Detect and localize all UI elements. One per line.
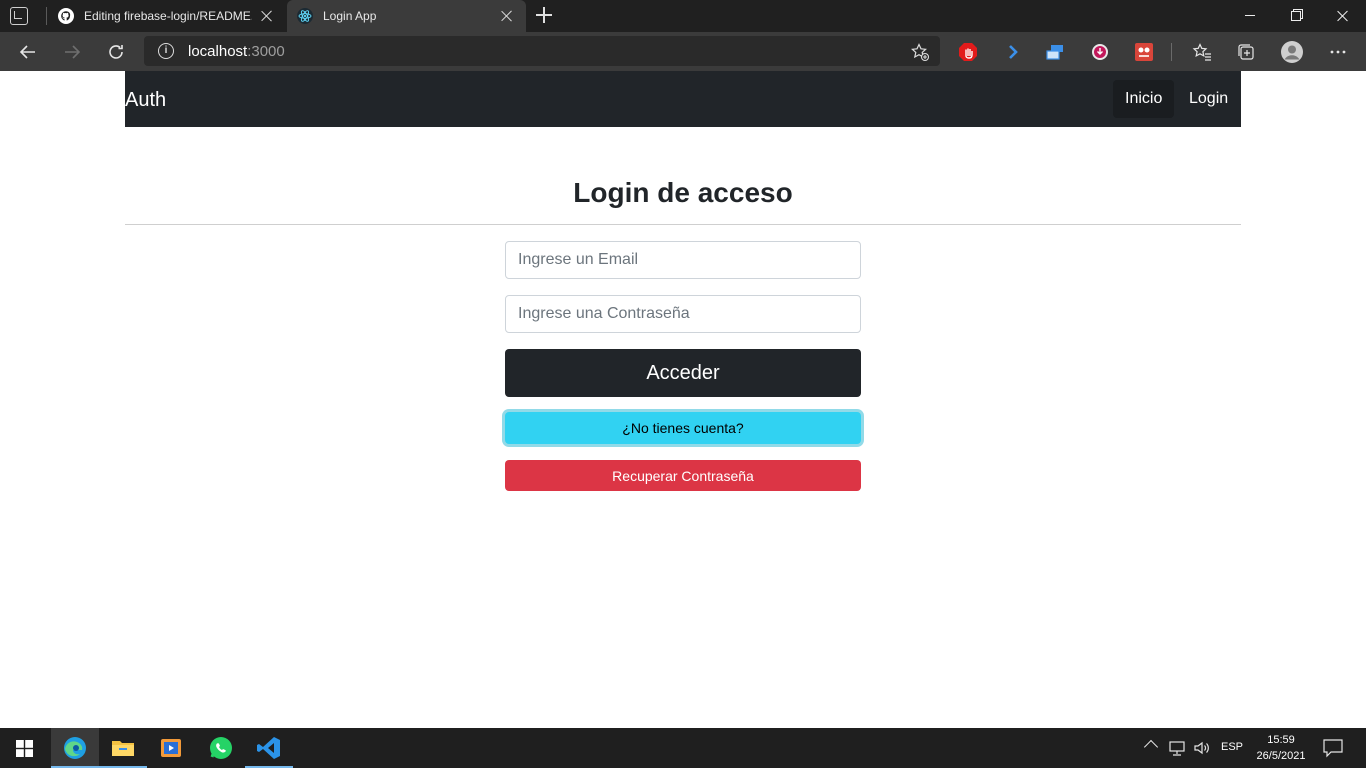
refresh-icon[interactable]	[103, 39, 129, 65]
github-icon	[58, 8, 74, 24]
collections-icon[interactable]	[1236, 42, 1256, 62]
clock-date: 26/5/2021	[1256, 750, 1306, 762]
arrow-extension-icon[interactable]	[1003, 42, 1023, 62]
taskbar-edge[interactable]	[51, 728, 99, 768]
window-close-icon[interactable]	[1320, 0, 1366, 32]
taskbar-vscode[interactable]	[245, 728, 293, 768]
tab-close-icon[interactable]	[500, 9, 514, 23]
window-minimize-icon[interactable]	[1228, 0, 1274, 32]
toolbar-divider	[1171, 43, 1172, 61]
tab-separator	[46, 7, 47, 25]
register-button[interactable]: ¿No tienes cuenta?	[505, 412, 861, 444]
tab-login-app[interactable]: Login App	[287, 0, 526, 32]
browser-toolbar: i localhost:3000	[0, 32, 1366, 71]
profile-avatar-icon[interactable]	[1280, 40, 1304, 64]
forward-icon[interactable]	[59, 39, 85, 65]
vscode-icon	[257, 737, 280, 759]
tab-actions-icon[interactable]	[10, 7, 28, 25]
tray-show-hidden-icon[interactable]	[1143, 739, 1159, 755]
tab-close-icon[interactable]	[260, 9, 274, 23]
adblock-extension-icon[interactable]	[958, 42, 978, 62]
react-icon	[297, 8, 313, 24]
recover-password-button[interactable]: Recuperar Contraseña	[505, 460, 861, 491]
tab-title: Editing firebase-login/README.md	[84, 9, 252, 23]
favorites-icon[interactable]	[1192, 42, 1212, 62]
download-extension-icon[interactable]	[1090, 42, 1110, 62]
tab-editing-readme[interactable]: Editing firebase-login/README.md	[48, 0, 286, 32]
clock-time: 15:59	[1267, 734, 1295, 746]
navbar-brand[interactable]: Auth	[125, 89, 166, 111]
nav-link-login[interactable]: Login	[1177, 80, 1240, 118]
email-input[interactable]	[505, 241, 861, 279]
network-icon[interactable]	[1167, 738, 1187, 758]
password-input[interactable]	[505, 295, 861, 333]
windows-start-icon	[16, 740, 33, 757]
edge-icon	[64, 737, 86, 759]
address-bar[interactable]: i localhost:3000	[144, 36, 940, 66]
taskbar-file-explorer[interactable]	[99, 728, 147, 768]
divider	[125, 224, 1241, 225]
taskbar-whatsapp[interactable]	[197, 728, 245, 768]
whatsapp-icon	[210, 737, 232, 759]
navbar: Auth Inicio Login	[125, 71, 1241, 127]
address-url[interactable]: localhost:3000	[188, 43, 285, 60]
file-explorer-icon	[112, 741, 134, 756]
acceder-button[interactable]: Acceder	[505, 349, 861, 397]
clock[interactable]: 15:59 26/5/2021	[1248, 732, 1314, 764]
page-title: Login de acceso	[573, 177, 793, 208]
tampermonkey-extension-icon[interactable]	[1134, 42, 1154, 62]
start-button[interactable]	[0, 728, 48, 768]
back-icon[interactable]	[15, 39, 41, 65]
add-favorite-icon[interactable]	[910, 42, 930, 62]
nav-link-inicio[interactable]: Inicio	[1113, 80, 1175, 118]
settings-more-icon[interactable]	[1328, 42, 1348, 62]
window-resizer-extension-icon[interactable]	[1045, 42, 1065, 62]
site-info-icon[interactable]: i	[158, 43, 174, 59]
taskbar-media-player[interactable]	[147, 728, 195, 768]
media-player-icon	[161, 739, 181, 757]
tab-title: Login App	[323, 9, 377, 23]
browser-tab-strip: Editing firebase-login/README.md Login A…	[0, 0, 1366, 32]
new-tab-icon[interactable]	[536, 7, 552, 23]
notifications-icon[interactable]	[1322, 738, 1344, 758]
window-restore-icon[interactable]	[1274, 0, 1320, 32]
language-indicator[interactable]: ESP	[1221, 741, 1243, 753]
volume-icon[interactable]	[1192, 738, 1212, 758]
windows-taskbar: ESP 15:59 26/5/2021	[0, 728, 1366, 768]
